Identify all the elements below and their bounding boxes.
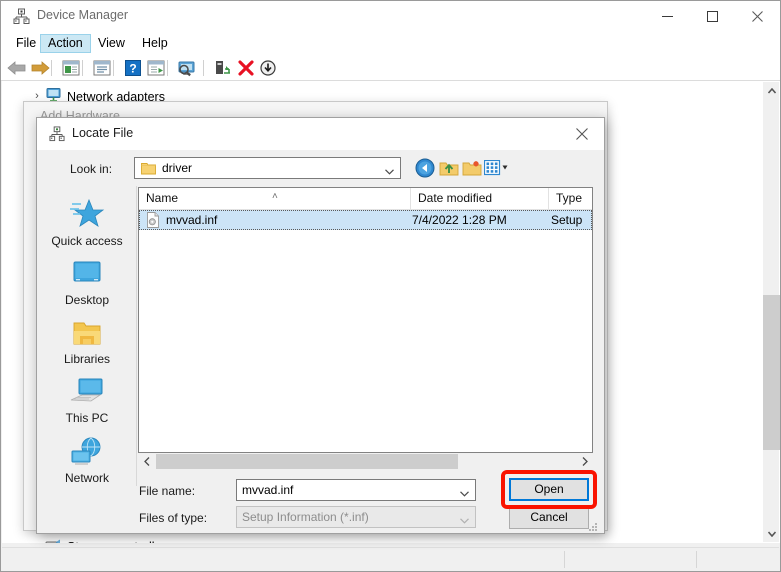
- toolbar-separator: [113, 60, 114, 76]
- place-label: Quick access: [51, 234, 123, 248]
- toolbar-separator: [51, 60, 52, 76]
- place-quick-access[interactable]: Quick access: [37, 189, 137, 248]
- look-in-label: Look in:: [70, 162, 113, 176]
- folder-icon: [141, 161, 156, 176]
- menu-item-view[interactable]: View: [91, 34, 132, 53]
- scroll-right-arrow-icon[interactable]: [576, 453, 593, 470]
- add-legacy-hardware-icon[interactable]: [212, 57, 234, 79]
- annotation-highlight-open-button: [501, 470, 597, 509]
- file-date-cell: 7/4/2022 1:28 PM: [412, 213, 507, 227]
- close-button[interactable]: [735, 1, 780, 32]
- help-icon[interactable]: ?: [122, 57, 144, 79]
- libraries-folder-icon: [37, 307, 137, 349]
- quick-access-star-icon: [37, 189, 137, 231]
- place-libraries[interactable]: Libraries: [37, 307, 137, 366]
- tree-vertical-scrollbar[interactable]: [762, 82, 780, 542]
- menu-item-file[interactable]: File: [9, 34, 43, 53]
- show-hidden-icon[interactable]: [91, 57, 113, 79]
- dialog-title: Locate File: [72, 126, 134, 140]
- cancel-button[interactable]: Cancel: [509, 506, 589, 529]
- uninstall-device-icon[interactable]: [235, 57, 257, 79]
- column-header-type[interactable]: Type: [549, 188, 592, 209]
- scroll-left-arrow-icon[interactable]: [138, 453, 155, 470]
- resize-grip-icon[interactable]: [587, 521, 598, 532]
- hscrollbar-thumb[interactable]: [156, 454, 458, 469]
- menu-bar: File Action View Help: [1, 32, 780, 54]
- back-icon[interactable]: [6, 57, 28, 79]
- locate-file-icon: [49, 126, 65, 142]
- menu-item-action[interactable]: Action: [40, 34, 91, 53]
- scan-hardware-icon[interactable]: [176, 57, 198, 79]
- forward-icon[interactable]: [29, 57, 51, 79]
- column-header-date-modified[interactable]: Date modified: [411, 188, 549, 209]
- file-list-horizontal-scrollbar[interactable]: [138, 453, 593, 470]
- file-name-cell: mvvad.inf: [166, 213, 218, 227]
- scrollbar-thumb[interactable]: [763, 295, 780, 450]
- files-of-type-label: Files of type:: [139, 511, 208, 525]
- file-name-label: File name:: [139, 484, 196, 498]
- chevron-down-icon[interactable]: [385, 164, 394, 178]
- tree-item-storage-controllers[interactable]: ⌄ Storage controllers: [29, 537, 172, 543]
- chevron-down-icon: [460, 513, 469, 527]
- dialog-titlebar: Locate File: [37, 118, 604, 150]
- file-name-value: mvvad.inf: [242, 483, 294, 497]
- window-controls: [645, 1, 780, 32]
- look-in-combobox[interactable]: driver: [134, 157, 401, 179]
- minimize-button[interactable]: [645, 1, 690, 32]
- look-in-value: driver: [162, 161, 193, 175]
- properties-icon[interactable]: [60, 57, 82, 79]
- files-of-type-value: Setup Information (*.inf): [242, 510, 369, 524]
- network-globe-icon: [37, 426, 137, 468]
- file-type-cell: Setup: [551, 213, 583, 227]
- file-list-header: Name ˄ Date modified Type: [139, 188, 592, 210]
- chevron-down-icon[interactable]: [460, 486, 469, 500]
- file-name-input[interactable]: mvvad.inf: [236, 479, 476, 501]
- up-one-level-icon[interactable]: [436, 156, 461, 180]
- storage-controller-icon: [45, 538, 62, 543]
- status-bar: [2, 547, 779, 570]
- device-manager-window: Device Manager File Action View Help ? ›…: [0, 0, 781, 572]
- place-label: Libraries: [63, 352, 111, 366]
- place-desktop[interactable]: Desktop: [37, 248, 137, 307]
- status-separator: [696, 551, 697, 568]
- this-pc-icon: [37, 366, 137, 408]
- device-manager-icon: [13, 8, 30, 25]
- file-list[interactable]: Name ˄ Date modified Type mvvad.inf 7/4/…: [138, 187, 593, 453]
- place-label: This PC: [65, 411, 109, 425]
- place-this-pc[interactable]: This PC: [37, 366, 137, 425]
- place-network[interactable]: Network: [37, 426, 137, 485]
- chevron-down-icon[interactable]: ⌄: [29, 537, 45, 543]
- toolbar: ?: [1, 54, 780, 81]
- sort-ascending-icon: ˄: [272, 191, 278, 202]
- scroll-down-arrow-icon[interactable]: [763, 525, 780, 542]
- svg-text:?: ?: [129, 62, 136, 76]
- maximize-button[interactable]: [690, 1, 735, 32]
- dialog-close-button[interactable]: [559, 118, 604, 150]
- views-icon[interactable]: [482, 156, 512, 180]
- status-separator: [564, 551, 565, 568]
- desktop-monitor-icon: [37, 248, 137, 290]
- back-navigation-icon[interactable]: [412, 156, 437, 180]
- column-header-name[interactable]: Name ˄: [139, 188, 411, 209]
- inf-file-icon: [145, 212, 161, 228]
- tree-item-label: Storage controllers: [67, 540, 172, 544]
- toolbar-separator: [82, 60, 83, 76]
- files-of-type-select[interactable]: Setup Information (*.inf): [236, 506, 476, 528]
- toolbar-separator: [203, 60, 204, 76]
- update-driver-icon[interactable]: [145, 57, 167, 79]
- places-bar: Quick access Desktop Libraries This PC N…: [37, 186, 137, 486]
- menu-item-help[interactable]: Help: [135, 34, 175, 53]
- disable-device-icon[interactable]: [257, 57, 279, 79]
- window-title: Device Manager: [37, 8, 129, 22]
- file-row-mvvad-inf[interactable]: mvvad.inf 7/4/2022 1:28 PM Setup: [139, 210, 592, 230]
- place-label: Desktop: [64, 293, 110, 307]
- scroll-up-arrow-icon[interactable]: [763, 82, 780, 99]
- column-label: Name: [146, 191, 179, 205]
- window-titlebar: Device Manager: [1, 1, 780, 32]
- place-label: Network: [64, 471, 109, 485]
- toolbar-separator: [167, 60, 168, 76]
